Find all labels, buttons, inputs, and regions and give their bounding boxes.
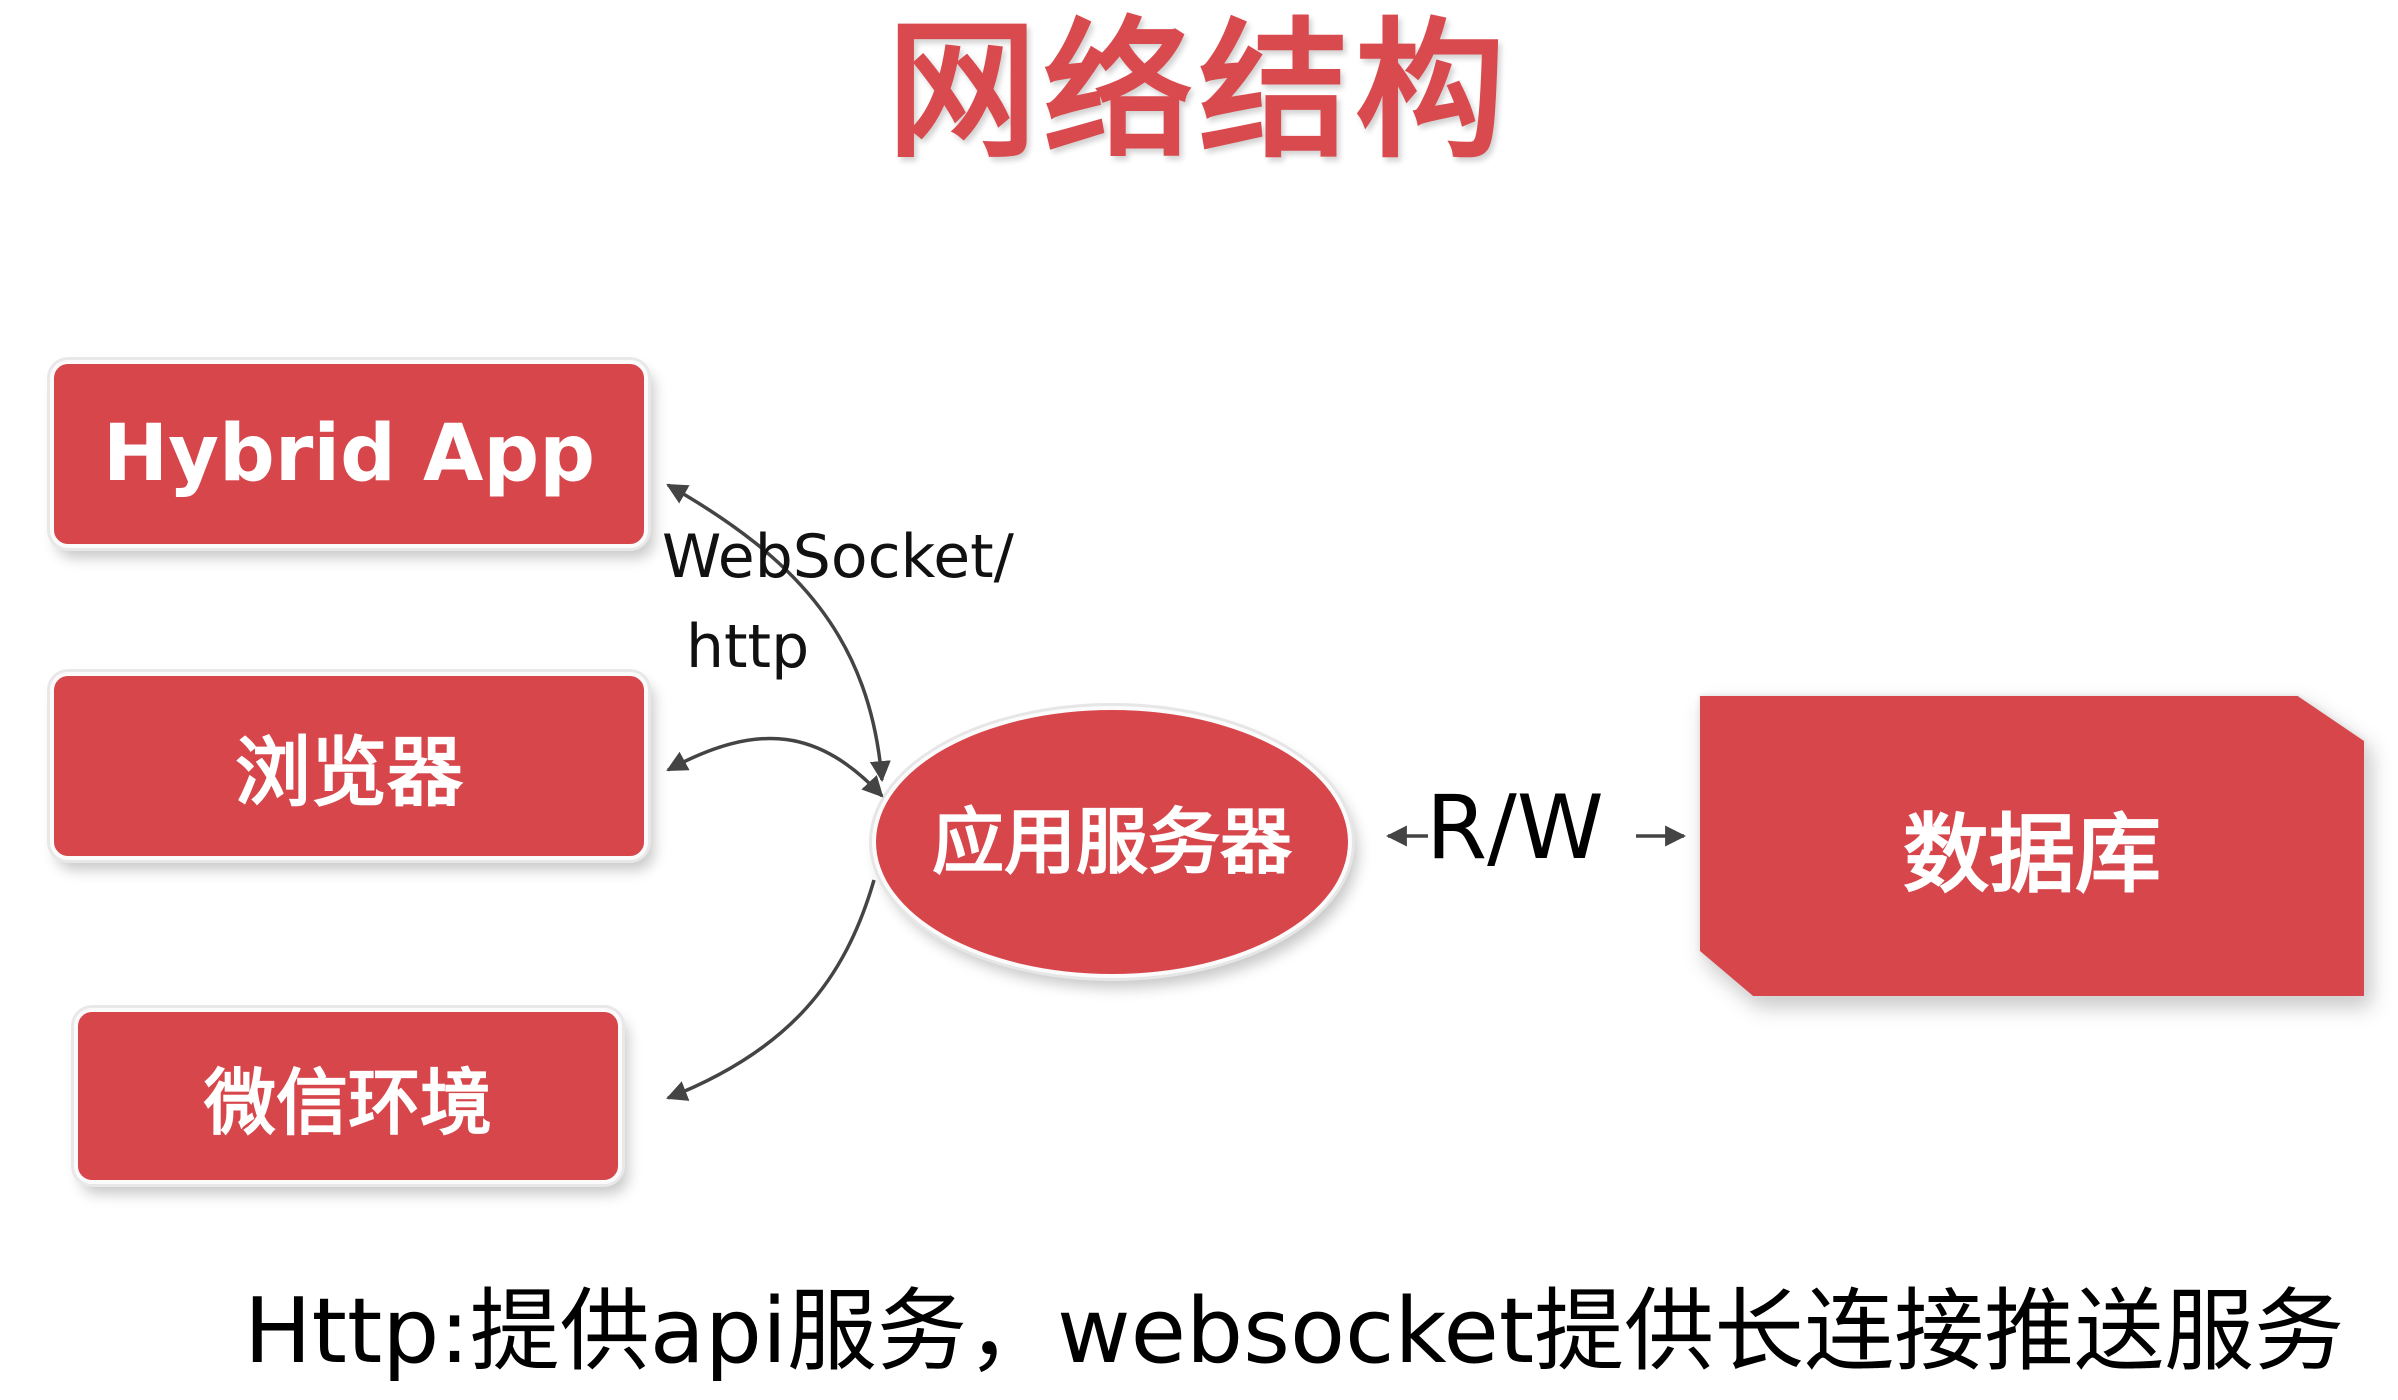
read-write-label: R/W: [1426, 776, 1604, 879]
edge-wechat-server: [666, 879, 876, 1101]
websocket-label-line2: http: [686, 612, 810, 682]
footer-caption: Http:提供api服务，websocket提供长连接推送服务: [244, 1279, 2345, 1384]
websocket-label-line1: WebSocket/: [662, 522, 1014, 592]
edge-browser-server: [666, 736, 884, 798]
connectors: [666, 483, 1687, 1101]
